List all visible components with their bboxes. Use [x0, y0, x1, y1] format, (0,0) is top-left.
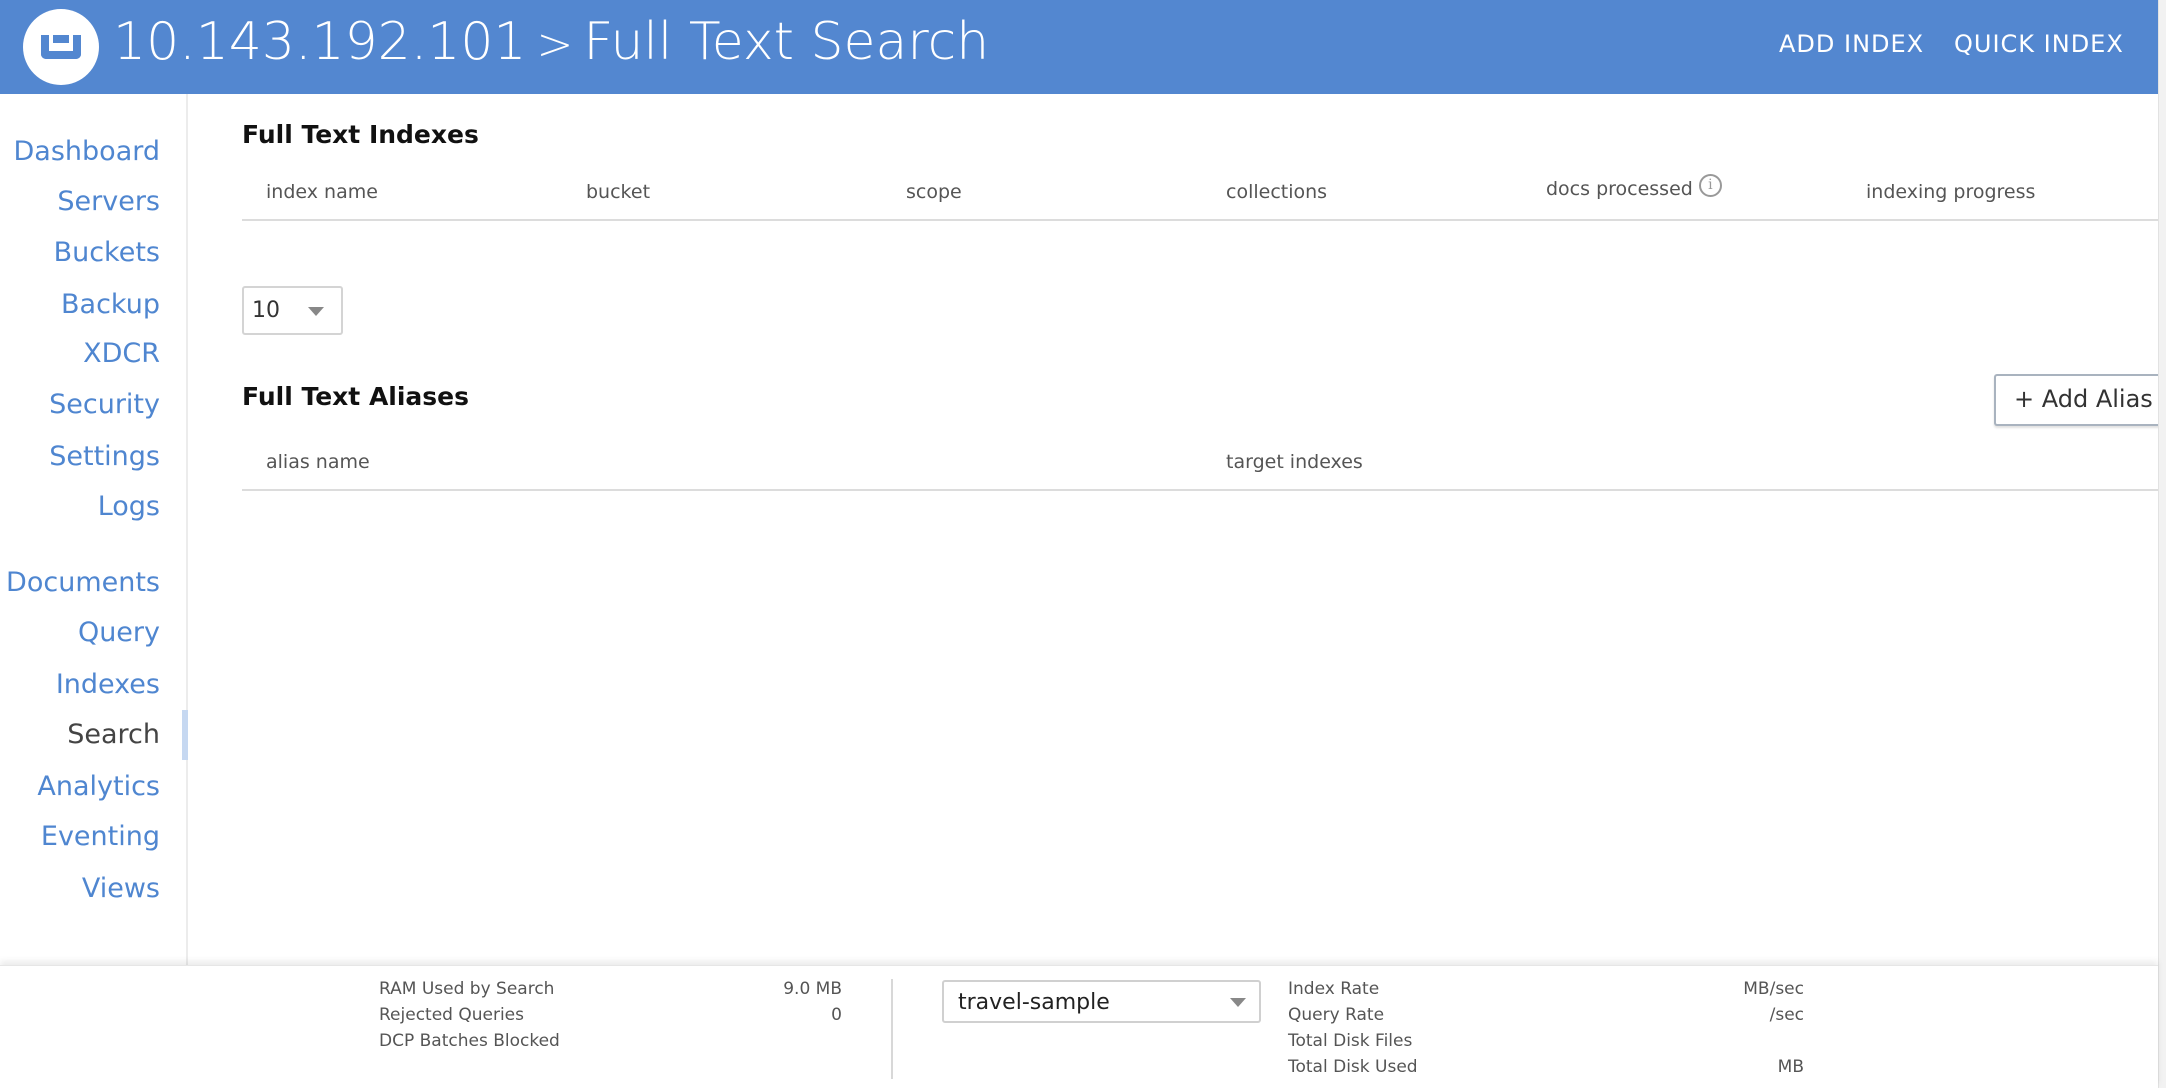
indexes-section-title: Full Text Indexes	[242, 120, 479, 149]
col-alias-name[interactable]: alias name	[266, 451, 370, 473]
breadcrumb-current: Full Text Search	[583, 12, 990, 72]
col-scope[interactable]: scope	[906, 181, 962, 203]
col-bucket[interactable]: bucket	[586, 181, 650, 203]
stat-value-total-disk-used: MB	[1777, 1057, 1804, 1077]
sidebar-item-dashboard[interactable]: Dashboard	[14, 134, 160, 170]
col-docs-processed[interactable]: docs processed i	[1546, 174, 1722, 200]
bucket-select-value: travel-sample	[958, 990, 1110, 1015]
col-index-name[interactable]: index name	[266, 181, 378, 203]
sidebar-item-settings[interactable]: Settings	[49, 439, 160, 475]
stat-value-query-rate: /sec	[1769, 1005, 1804, 1025]
col-indexing-progress[interactable]: indexing progress	[1866, 181, 2035, 203]
sidebar-item-analytics[interactable]: Analytics	[37, 769, 160, 805]
top-header: 10.143.192.101 > Full Text Search ADD INDE…	[0, 0, 2158, 94]
footer-divider	[891, 979, 893, 1079]
sidebar-item-logs[interactable]: Logs	[98, 489, 160, 525]
page-size-select[interactable]: 10	[242, 286, 343, 335]
sidebar-item-xdcr[interactable]: XDCR	[83, 336, 160, 372]
col-collections[interactable]: collections	[1226, 181, 1327, 203]
chevron-down-icon	[308, 307, 324, 316]
stat-value-rejected-queries: 0	[831, 1005, 842, 1025]
sidebar-active-indicator	[182, 710, 188, 760]
stat-label-total-disk-used: Total Disk Used	[1288, 1057, 1418, 1077]
quick-index-button[interactable]: QUICK INDEX	[1954, 30, 2124, 58]
aliases-section-title: Full Text Aliases	[242, 382, 470, 411]
stat-value-index-rate: MB/sec	[1743, 979, 1804, 999]
stat-label-total-disk-files: Total Disk Files	[1288, 1031, 1413, 1051]
stats-footer: RAM Used by Search 9.0 MB Rejected Queri…	[0, 965, 2158, 1088]
stat-label-index-rate: Index Rate	[1288, 979, 1380, 999]
sidebar-item-eventing[interactable]: Eventing	[41, 819, 160, 855]
stat-label-rejected-queries: Rejected Queries	[379, 1005, 524, 1025]
sidebar-item-buckets[interactable]: Buckets	[54, 235, 160, 271]
sidebar-item-servers[interactable]: Servers	[57, 184, 160, 220]
logo-mark	[41, 35, 81, 59]
sidebar-item-query[interactable]: Query	[78, 615, 160, 651]
sidebar-nav: Dashboard Servers Buckets Backup XDCR Se…	[0, 94, 188, 965]
breadcrumb-host[interactable]: 10.143.192.101	[113, 12, 527, 72]
bucket-select[interactable]: travel-sample	[942, 980, 1261, 1023]
couchbase-logo-icon[interactable]	[23, 9, 99, 85]
breadcrumb-separator-icon: >	[536, 19, 574, 70]
page-size-value: 10	[252, 298, 280, 323]
vertical-scrollbar[interactable]	[2158, 0, 2166, 1088]
col-docs-processed-label: docs processed	[1546, 178, 1693, 200]
sidebar-item-indexes[interactable]: Indexes	[56, 667, 160, 703]
chevron-down-icon	[1230, 998, 1246, 1007]
sidebar-item-backup[interactable]: Backup	[61, 287, 160, 323]
aliases-table-divider	[242, 489, 2158, 491]
stat-label-query-rate: Query Rate	[1288, 1005, 1385, 1025]
page-title: 10.143.192.101 > Full Text Search	[113, 12, 989, 72]
stat-label-ram-used: RAM Used by Search	[379, 979, 555, 999]
indexes-table-divider	[242, 219, 2158, 221]
stat-label-dcp-batches-blocked: DCP Batches Blocked	[379, 1031, 560, 1051]
sidebar-item-search[interactable]: Search	[67, 717, 160, 753]
add-alias-button[interactable]: + Add Alias	[1994, 374, 2160, 426]
sidebar-item-views[interactable]: Views	[82, 871, 160, 907]
col-target-indexes[interactable]: target indexes	[1226, 451, 1363, 473]
add-index-button[interactable]: ADD INDEX	[1779, 30, 1924, 58]
sidebar-item-documents[interactable]: Documents	[6, 565, 160, 601]
sidebar-item-security[interactable]: Security	[49, 387, 160, 423]
info-icon[interactable]: i	[1698, 174, 1722, 197]
stat-value-ram-used: 9.0 MB	[783, 979, 842, 999]
